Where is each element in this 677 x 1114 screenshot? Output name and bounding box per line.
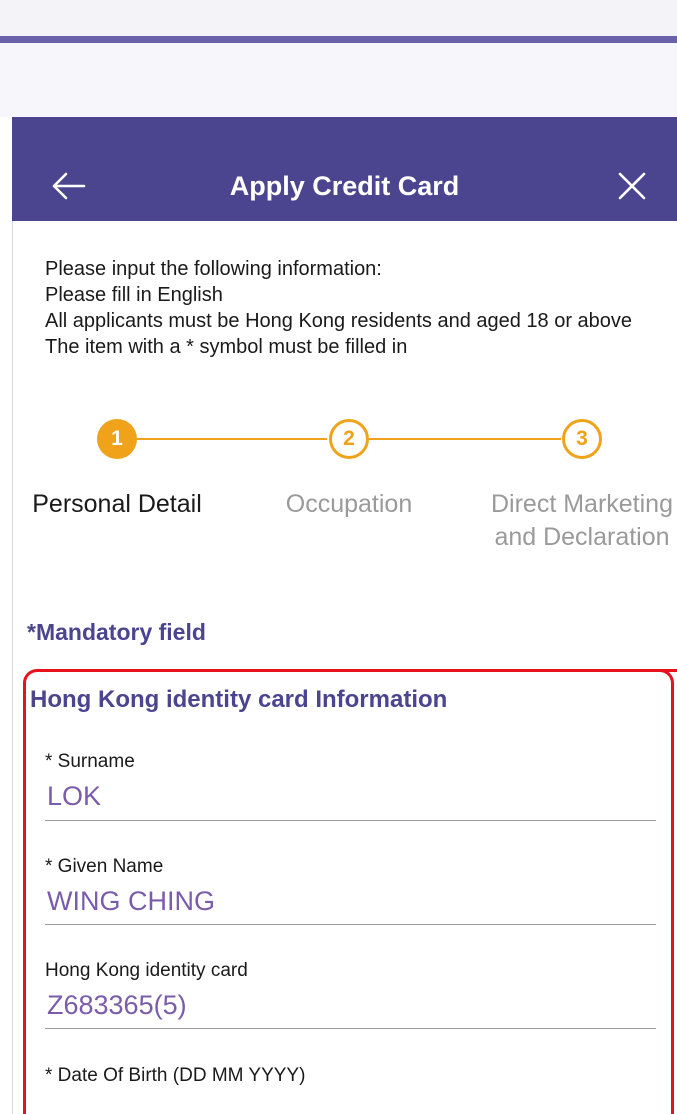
- given-name-label: * Given Name: [45, 856, 164, 877]
- surname-label: * Surname: [45, 751, 135, 772]
- step-2-indicator: 2: [329, 419, 369, 459]
- section-title: Hong Kong identity card Information: [30, 686, 448, 713]
- hkid-label: Hong Kong identity card: [45, 960, 248, 981]
- step-connector: [369, 438, 561, 440]
- step-2-label: Occupation: [285, 490, 413, 518]
- app-header: Apply Credit Card: [12, 117, 677, 221]
- field-underline: [45, 820, 656, 821]
- step-3-indicator: 3: [562, 419, 602, 459]
- step-1-indicator: 1: [97, 419, 137, 459]
- highlight-box-corner: [660, 669, 674, 1114]
- instruction-line: The item with a * symbol must be filled …: [45, 336, 408, 358]
- field-underline: [45, 924, 656, 925]
- surname-field[interactable]: LOK: [47, 781, 101, 812]
- instruction-line: Please input the following information:: [45, 258, 382, 280]
- page-title: Apply Credit Card: [229, 171, 460, 201]
- background-gap: [0, 43, 677, 117]
- instruction-line: All applicants must be Hong Kong residen…: [45, 310, 633, 332]
- instructions: Please input the following information: …: [45, 256, 655, 360]
- given-name-field[interactable]: WING CHING: [47, 886, 215, 917]
- hkid-field[interactable]: Z683365(5): [47, 990, 187, 1021]
- top-accent-line: [0, 36, 677, 43]
- step-3-label: Direct Marketing and Declaration: [491, 490, 673, 551]
- step-connector: [137, 438, 327, 440]
- close-icon[interactable]: [617, 171, 647, 201]
- mandatory-field-note: *Mandatory field: [27, 619, 206, 645]
- instruction-line: Please fill in English: [45, 284, 223, 306]
- status-bar: [0, 0, 677, 36]
- step-1-label: Personal Detail: [32, 490, 202, 518]
- field-underline: [45, 1028, 656, 1029]
- date-of-birth-label: * Date Of Birth (DD MM YYYY): [45, 1065, 306, 1086]
